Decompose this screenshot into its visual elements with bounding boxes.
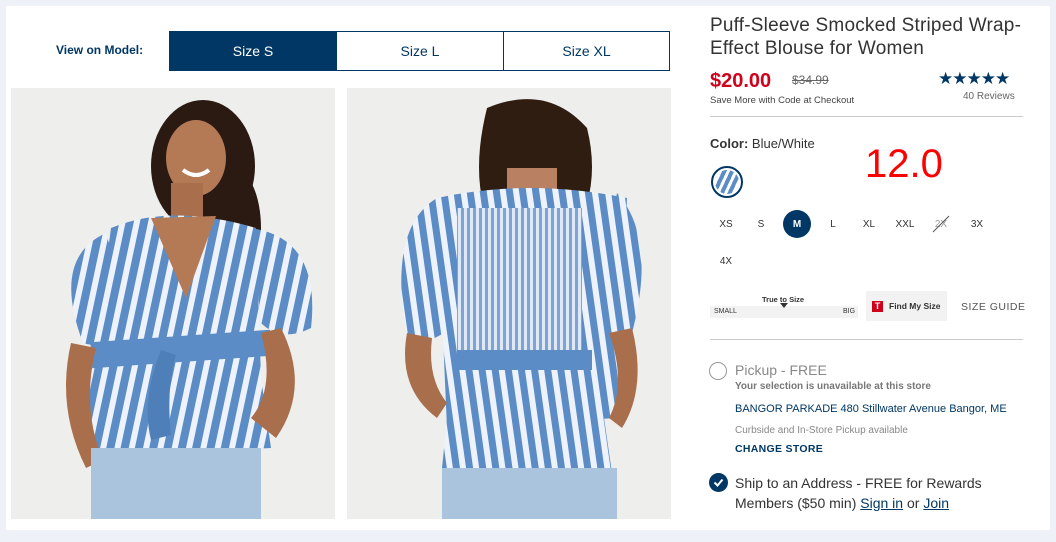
size-2x-unavailable[interactable]: 2X — [927, 210, 955, 238]
size-3x[interactable]: 3X — [963, 210, 991, 238]
pickup-label: Pickup - FREE — [735, 362, 827, 378]
product-photo-back — [347, 88, 671, 519]
fit-small-label: SMALL — [714, 308, 737, 315]
checkmark-icon — [713, 478, 724, 487]
product-photo-front — [11, 88, 335, 519]
truefit-logo-icon: T — [872, 300, 883, 312]
product-image-front[interactable] — [11, 88, 335, 519]
model-size-l-button[interactable]: Size L — [336, 31, 504, 71]
find-my-size-label: Find My Size — [889, 301, 941, 311]
curbside-text: Curbside and In-Store Pickup available — [735, 425, 908, 436]
join-link[interactable]: Join — [923, 495, 949, 511]
model-size-xl-button[interactable]: Size XL — [503, 31, 670, 71]
annotation-text: 12.0 — [865, 142, 943, 186]
change-store-link[interactable]: CHANGE STORE — [735, 443, 823, 455]
product-image-back[interactable] — [347, 88, 671, 519]
store-name-link[interactable]: BANGOR PARKADE 480 Stillwater Avenue Ban… — [735, 403, 1007, 415]
color-label-key: Color: — [710, 136, 749, 151]
find-my-size-button[interactable]: T Find My Size — [866, 291, 947, 321]
or-text: or — [906, 494, 920, 511]
size-4x[interactable]: 4X — [712, 247, 740, 275]
color-label: Color: Blue/White — [710, 136, 815, 151]
model-size-s-button[interactable]: Size S — [169, 31, 337, 71]
fit-indicator-icon — [780, 303, 788, 308]
ship-radio-checked[interactable] — [709, 473, 728, 492]
promo-text: Save More with Code at Checkout — [710, 95, 855, 106]
divider — [710, 116, 1023, 117]
striped-swatch-icon — [715, 170, 739, 194]
color-value: Blue/White — [751, 136, 815, 151]
sale-price: $20.00 — [710, 70, 772, 92]
size-l[interactable]: L — [819, 210, 847, 238]
original-price: $34.99 — [792, 73, 829, 87]
divider — [710, 339, 1023, 340]
product-title: Puff-Sleeve Smocked Striped Wrap-Effect … — [710, 15, 1022, 59]
pickup-radio[interactable] — [709, 362, 727, 380]
size-xxl[interactable]: XXL — [891, 210, 919, 238]
color-swatch-blue-white[interactable] — [711, 166, 743, 198]
unavailable-message: Your selection is unavailable at this st… — [735, 381, 931, 392]
size-s[interactable]: S — [747, 210, 775, 238]
size-m-selected[interactable]: M — [783, 210, 811, 238]
ship-to-address-label: Ship to an Address - FREE for Rewards Me… — [735, 474, 1015, 513]
size-xl[interactable]: XL — [855, 210, 883, 238]
size-guide-link[interactable]: SIZE GUIDE — [961, 301, 1026, 313]
reviews-link[interactable]: 40 Reviews — [963, 91, 1015, 102]
fit-big-label: BIG — [843, 308, 856, 315]
view-on-model-label: View on Model: — [56, 43, 144, 57]
rating-stars-icon[interactable]: ★★★★★ — [938, 69, 1010, 89]
strikethrough-icon — [932, 215, 950, 233]
sign-in-link[interactable]: Sign in — [860, 495, 903, 511]
size-xs[interactable]: XS — [712, 210, 740, 238]
